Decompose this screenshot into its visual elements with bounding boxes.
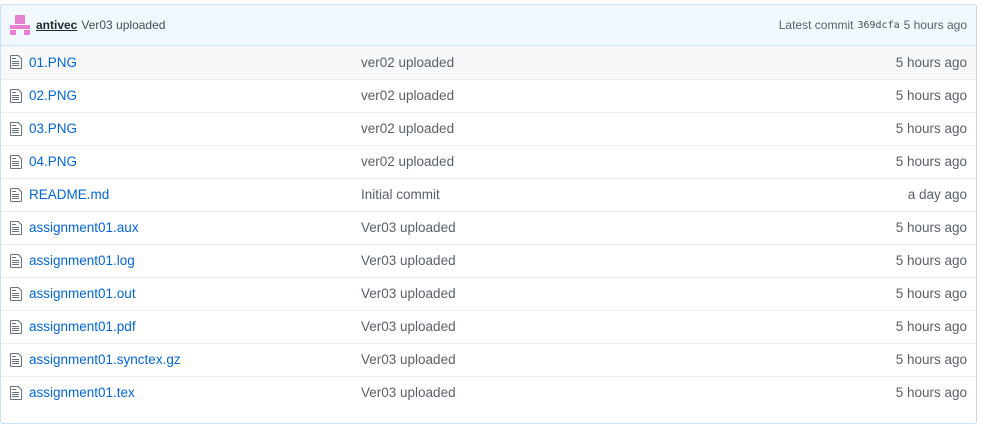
- file-icon: [10, 187, 22, 202]
- commit-author-link[interactable]: antivec: [36, 18, 77, 32]
- file-age: a day ago: [907, 187, 967, 202]
- file-name-link[interactable]: 04.PNG: [29, 154, 77, 169]
- commit-message[interactable]: Ver03 uploaded: [81, 18, 165, 32]
- commit-sha-link[interactable]: 369dcfa: [857, 20, 899, 31]
- file-name-cell: README.md: [29, 178, 361, 211]
- file-commit-cell: ver02 uploaded: [361, 145, 694, 178]
- file-age: 5 hours ago: [895, 319, 967, 334]
- file-icon: [10, 286, 22, 301]
- file-navigation-box: antivec Ver03 uploaded Latest commit 369…: [0, 4, 977, 424]
- file-commit-message-link[interactable]: ver02 uploaded: [361, 88, 454, 103]
- file-name-link[interactable]: 02.PNG: [29, 88, 77, 103]
- file-row[interactable]: 04.PNG ver02 uploaded 5 hours ago: [1, 145, 976, 178]
- file-commit-message-link[interactable]: Ver03 uploaded: [361, 286, 456, 301]
- file-name-link[interactable]: README.md: [29, 187, 109, 202]
- file-name-cell: assignment01.synctex.gz: [29, 343, 361, 376]
- file-name-cell: 02.PNG: [29, 79, 361, 112]
- file-commit-message-link[interactable]: ver02 uploaded: [361, 55, 454, 70]
- file-row[interactable]: assignment01.tex Ver03 uploaded 5 hours …: [1, 376, 976, 409]
- file-icon-cell: [1, 244, 29, 277]
- file-row[interactable]: assignment01.synctex.gz Ver03 uploaded 5…: [1, 343, 976, 376]
- file-icon: [10, 220, 22, 235]
- file-age: 5 hours ago: [895, 220, 967, 235]
- file-icon-cell: [1, 211, 29, 244]
- file-commit-message-link[interactable]: Ver03 uploaded: [361, 385, 456, 400]
- file-age: 5 hours ago: [895, 121, 967, 136]
- file-commit-cell: ver02 uploaded: [361, 79, 694, 112]
- file-icon: [10, 319, 22, 334]
- file-commit-message-link[interactable]: Ver03 uploaded: [361, 352, 456, 367]
- file-age: 5 hours ago: [895, 286, 967, 301]
- file-row[interactable]: assignment01.pdf Ver03 uploaded 5 hours …: [1, 310, 976, 343]
- file-icon: [10, 352, 22, 367]
- file-row[interactable]: 02.PNG ver02 uploaded 5 hours ago: [1, 79, 976, 112]
- file-commit-cell: Ver03 uploaded: [361, 211, 694, 244]
- file-commit-cell: ver02 uploaded: [361, 112, 694, 145]
- file-commit-cell: Ver03 uploaded: [361, 376, 694, 409]
- file-commit-cell: Ver03 uploaded: [361, 310, 694, 343]
- file-name-cell: assignment01.log: [29, 244, 361, 277]
- file-row[interactable]: assignment01.aux Ver03 uploaded 5 hours …: [1, 211, 976, 244]
- file-icon: [10, 385, 22, 400]
- file-commit-message-link[interactable]: Initial commit: [361, 187, 440, 202]
- file-icon-cell: [1, 277, 29, 310]
- commit-age: 5 hours ago: [903, 18, 967, 32]
- file-row[interactable]: assignment01.log Ver03 uploaded 5 hours …: [1, 244, 976, 277]
- file-age: 5 hours ago: [895, 385, 967, 401]
- file-age: 5 hours ago: [895, 352, 967, 367]
- file-icon-cell: [1, 376, 29, 409]
- file-commit-message-link[interactable]: ver02 uploaded: [361, 154, 454, 169]
- file-age: 5 hours ago: [895, 154, 967, 169]
- file-name-link[interactable]: assignment01.log: [29, 253, 135, 268]
- file-name-link[interactable]: 03.PNG: [29, 121, 77, 136]
- file-row[interactable]: README.md Initial commit a day ago: [1, 178, 976, 211]
- file-commit-cell: ver02 uploaded: [361, 46, 694, 79]
- file-commit-message-link[interactable]: Ver03 uploaded: [361, 253, 456, 268]
- file-name-link[interactable]: assignment01.tex: [29, 385, 135, 400]
- file-icon: [10, 55, 22, 70]
- file-icon: [10, 88, 22, 103]
- file-icon-cell: [1, 112, 29, 145]
- file-row[interactable]: assignment01.out Ver03 uploaded 5 hours …: [1, 277, 976, 310]
- file-icon-cell: [1, 310, 29, 343]
- file-age: 5 hours ago: [895, 54, 967, 70]
- file-row[interactable]: 01.PNG ver02 uploaded 5 hours ago: [1, 46, 976, 79]
- file-icon: [10, 253, 22, 268]
- file-icon-cell: [1, 46, 29, 79]
- file-commit-cell: Ver03 uploaded: [361, 244, 694, 277]
- file-commit-cell: Ver03 uploaded: [361, 277, 694, 310]
- avatar[interactable]: [10, 15, 30, 35]
- file-list: 01.PNG ver02 uploaded 5 hours ago 02.PNG…: [1, 46, 976, 409]
- file-icon-cell: [1, 343, 29, 376]
- file-icon-cell: [1, 145, 29, 178]
- file-name-cell: assignment01.aux: [29, 211, 361, 244]
- file-name-cell: assignment01.tex: [29, 376, 361, 409]
- file-name-link[interactable]: 01.PNG: [29, 55, 77, 70]
- file-age: 5 hours ago: [895, 253, 967, 268]
- file-commit-message-link[interactable]: Ver03 uploaded: [361, 220, 456, 235]
- file-name-cell: 04.PNG: [29, 145, 361, 178]
- file-name-cell: 03.PNG: [29, 112, 361, 145]
- latest-commit-label: Latest commit: [778, 18, 854, 32]
- file-icon-cell: [1, 178, 29, 211]
- file-name-cell: 01.PNG: [29, 46, 361, 79]
- file-row[interactable]: 03.PNG ver02 uploaded 5 hours ago: [1, 112, 976, 145]
- latest-commit-bar: antivec Ver03 uploaded Latest commit 369…: [1, 5, 976, 46]
- file-name-link[interactable]: assignment01.out: [29, 286, 136, 301]
- file-icon: [10, 154, 22, 169]
- file-icon: [10, 121, 22, 136]
- file-commit-cell: Initial commit: [361, 178, 694, 211]
- file-name-cell: assignment01.pdf: [29, 310, 361, 343]
- file-commit-cell: Ver03 uploaded: [361, 343, 694, 376]
- file-age: 5 hours ago: [895, 88, 967, 103]
- file-icon-cell: [1, 79, 29, 112]
- file-name-cell: assignment01.out: [29, 277, 361, 310]
- file-name-link[interactable]: assignment01.aux: [29, 220, 139, 235]
- file-name-link[interactable]: assignment01.synctex.gz: [29, 352, 181, 367]
- file-commit-message-link[interactable]: Ver03 uploaded: [361, 319, 456, 334]
- file-name-link[interactable]: assignment01.pdf: [29, 319, 136, 334]
- file-commit-message-link[interactable]: ver02 uploaded: [361, 121, 454, 136]
